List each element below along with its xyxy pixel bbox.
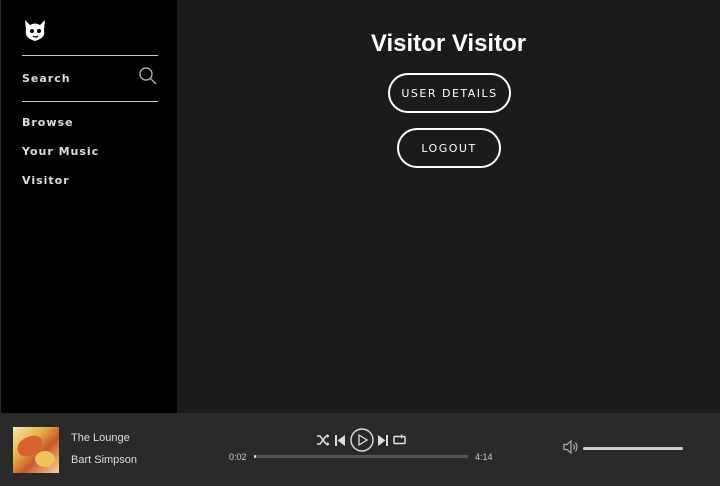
search-label[interactable]: Search — [22, 72, 71, 85]
main-content: Visitor Visitor USER DETAILS LOGOUT — [177, 0, 720, 413]
sidebar-divider-top — [22, 55, 158, 56]
sidebar-item-your-music[interactable]: Your Music — [22, 145, 99, 174]
shuffle-icon[interactable] — [316, 434, 330, 446]
sidebar-divider-bottom — [22, 101, 158, 102]
logout-button[interactable]: LOGOUT — [397, 128, 501, 168]
progress-fill — [254, 455, 256, 458]
search-icon[interactable] — [138, 66, 158, 91]
next-icon[interactable] — [378, 434, 389, 446]
progress-bar[interactable] — [254, 455, 468, 458]
sidebar-item-visitor[interactable]: Visitor — [22, 174, 99, 203]
album-art[interactable] — [13, 427, 59, 473]
repeat-icon[interactable] — [393, 434, 406, 446]
cat-logo-icon[interactable] — [22, 16, 48, 44]
user-details-button[interactable]: USER DETAILS — [388, 73, 511, 113]
search-row[interactable]: Search — [22, 64, 158, 92]
track-artist[interactable]: Bart Simpson — [71, 454, 137, 466]
previous-icon[interactable] — [334, 434, 345, 446]
player-bar: The Lounge Bart Simpson 0:02 4:14 — [0, 413, 720, 486]
play-icon[interactable] — [349, 428, 374, 452]
page-title: Visitor Visitor — [370, 30, 527, 57]
volume-icon[interactable] — [563, 439, 579, 460]
playback-controls — [316, 427, 406, 453]
current-time: 0:02 — [229, 452, 247, 462]
sidebar: Search Browse Your Music Visitor — [0, 0, 177, 413]
volume-slider[interactable] — [583, 447, 683, 450]
sidebar-item-browse[interactable]: Browse — [22, 116, 99, 145]
volume-fill — [583, 447, 683, 450]
album-art-shape — [35, 451, 55, 467]
track-title[interactable]: The Lounge — [71, 432, 130, 444]
sidebar-nav: Browse Your Music Visitor — [22, 116, 99, 203]
total-time: 4:14 — [475, 452, 493, 462]
